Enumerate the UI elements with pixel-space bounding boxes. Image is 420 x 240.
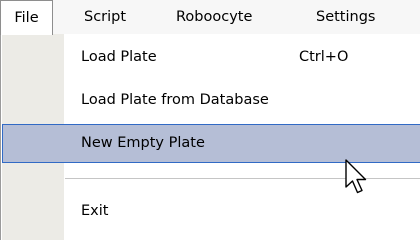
menu-item-load-plate[interactable]: Load Plate Ctrl+O bbox=[2, 34, 420, 80]
menu-bar: File Script Roboocyte Settings bbox=[0, 0, 420, 35]
menu-item-shortcut: Ctrl+O bbox=[299, 49, 349, 65]
menu-item-new-empty-plate[interactable]: New Empty Plate bbox=[2, 124, 420, 163]
menu-item-label: Load Plate bbox=[81, 49, 157, 65]
menu-item-load-plate-from-database[interactable]: Load Plate from Database bbox=[2, 80, 420, 121]
menu-file[interactable]: File bbox=[0, 0, 53, 35]
menu-settings[interactable]: Settings bbox=[316, 0, 375, 34]
menu-item-label: Load Plate from Database bbox=[81, 92, 269, 108]
arrow-cursor-icon bbox=[344, 159, 370, 201]
menu-item-label: New Empty Plate bbox=[81, 135, 205, 151]
file-menu-dropdown: Load Plate Ctrl+O Load Plate from Databa… bbox=[0, 34, 420, 240]
menu-script[interactable]: Script bbox=[84, 0, 126, 34]
menu-item-label: Exit bbox=[81, 203, 109, 219]
menu-roboocyte[interactable]: Roboocyte bbox=[176, 0, 252, 34]
